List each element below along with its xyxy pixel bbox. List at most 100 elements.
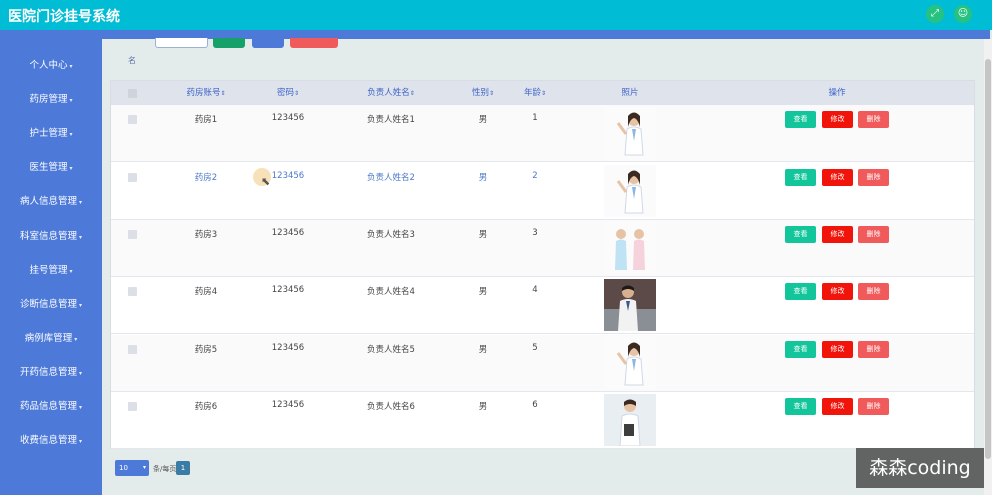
sidebar-item-patient[interactable]: 病人信息管理 ▾: [0, 191, 102, 213]
column-header-photo: 照片: [621, 88, 639, 98]
delete-button[interactable]: 删除: [858, 226, 889, 243]
sidebar-item-label: 开药信息管理: [19, 367, 77, 378]
edit-button[interactable]: 修改: [822, 283, 853, 300]
cell-manager: 负责人姓名1: [367, 115, 415, 125]
sidebar-item-department[interactable]: 科室信息管理 ▾: [0, 226, 102, 248]
edit-button[interactable]: 修改: [822, 169, 853, 186]
sidebar-item-label: 药房管理: [29, 94, 68, 105]
table-row: 药房5 123456 负责人姓名5 男 5 查看 修改 删除: [111, 335, 974, 392]
sidebar-item-nurse[interactable]: 护士管理 ▾: [0, 123, 102, 145]
column-header-action: 操作: [828, 88, 846, 98]
cell-account: 药房3: [194, 230, 218, 240]
doctor-photo: [604, 165, 656, 217]
view-button[interactable]: 查看: [785, 283, 816, 300]
row-checkbox[interactable]: [128, 173, 137, 182]
cell-manager: 负责人姓名4: [367, 287, 415, 297]
cell-account: 药房5: [194, 345, 218, 355]
per-page-label: 条/每页: [153, 465, 177, 473]
delete-button[interactable]: 删除: [858, 169, 889, 186]
table-row: 药房3 123456 负责人姓名3 男 3 查看 修改 删除: [111, 220, 974, 277]
cell-password: 123456: [271, 285, 305, 295]
chevron-down-icon: ▾: [142, 464, 146, 471]
cell-gender: 男: [478, 402, 488, 412]
scrollbar-thumb[interactable]: [985, 59, 991, 459]
sidebar-item-diagnosis[interactable]: 诊断信息管理 ▾: [0, 294, 102, 316]
sort-icon: ⇕: [488, 90, 495, 97]
select-all-checkbox[interactable]: [128, 89, 137, 98]
table-row: 药房2 123456 负责人姓名2 男 2 查看 修改 删除: [111, 163, 974, 220]
app-title: 医院门诊挂号系统: [8, 9, 120, 25]
sort-icon: ⇕: [540, 90, 547, 97]
top-bar: 医院门诊挂号系统 ⤢ ☺: [0, 0, 992, 30]
cell-password: 123456: [271, 113, 305, 123]
cell-age: 1: [532, 113, 538, 123]
scrollbar[interactable]: [984, 39, 992, 495]
view-button[interactable]: 查看: [785, 111, 816, 128]
table-row: 药房4 123456 负责人姓名4 男 4 查看 修改 删除: [111, 277, 974, 334]
add-button[interactable]: [252, 38, 284, 48]
edit-button[interactable]: 修改: [822, 398, 853, 415]
batch-delete-button[interactable]: [290, 38, 338, 48]
sidebar-item-personal-center[interactable]: 个人中心 ▾: [0, 55, 102, 77]
chevron-down-icon: ▾: [79, 234, 83, 241]
sidebar-item-pharmacy[interactable]: 药房管理 ▾: [0, 89, 102, 111]
sidebar-item-doctor[interactable]: 医生管理 ▾: [0, 157, 102, 179]
page-size-select[interactable]: 10 ▾: [115, 460, 149, 476]
delete-button[interactable]: 删除: [858, 341, 889, 358]
chevron-down-icon: ▾: [69, 165, 73, 172]
cell-password: 123456: [271, 400, 305, 410]
sidebar-item-label: 护士管理: [29, 128, 68, 139]
column-header-account[interactable]: 药房账号⇕: [171, 81, 241, 105]
edit-button[interactable]: 修改: [822, 226, 853, 243]
doctor-photo: [604, 394, 656, 446]
delete-button[interactable]: 删除: [858, 111, 889, 128]
fullscreen-icon[interactable]: ⤢: [926, 5, 944, 23]
user-icon[interactable]: ☺: [954, 5, 972, 23]
cell-age: 2: [532, 171, 538, 181]
cell-manager: 负责人姓名5: [367, 345, 415, 355]
cell-gender: 男: [478, 287, 488, 297]
edit-button[interactable]: 修改: [822, 111, 853, 128]
row-checkbox[interactable]: [128, 287, 137, 296]
doctor-photo: [604, 337, 656, 389]
view-button[interactable]: 查看: [785, 398, 816, 415]
table-row: 药房6 123456 负责人姓名6 男 6 查看 修改 删除: [111, 392, 974, 449]
row-checkbox[interactable]: [128, 115, 137, 124]
sidebar-item-prescription[interactable]: 开药信息管理 ▾: [0, 362, 102, 384]
sidebar-item-case-library[interactable]: 病例库管理 ▾: [0, 328, 102, 350]
page-number-button[interactable]: 1: [176, 461, 190, 475]
column-header-gender[interactable]: 性别⇕: [463, 81, 503, 105]
column-header-manager[interactable]: 负责人姓名⇕: [351, 81, 431, 105]
cell-age: 5: [532, 343, 538, 353]
cell-age: 4: [532, 285, 538, 295]
sidebar-item-label: 病人信息管理: [19, 196, 77, 207]
sidebar-item-fees[interactable]: 收费信息管理 ▾: [0, 430, 102, 452]
row-checkbox[interactable]: [128, 402, 137, 411]
chevron-down-icon: ▾: [79, 404, 83, 411]
view-button[interactable]: 查看: [785, 169, 816, 186]
chevron-down-icon: ▾: [79, 302, 83, 309]
cell-gender: 男: [478, 230, 488, 240]
row-checkbox[interactable]: [128, 230, 137, 239]
search-button[interactable]: [213, 38, 245, 48]
column-header-age[interactable]: 年龄⇕: [515, 81, 555, 105]
chevron-down-icon: ▾: [79, 438, 83, 445]
view-button[interactable]: 查看: [785, 226, 816, 243]
sidebar-item-label: 个人中心: [29, 60, 68, 71]
cell-gender: 男: [478, 115, 488, 125]
sort-icon: ⇕: [409, 90, 415, 97]
delete-button[interactable]: 删除: [858, 398, 889, 415]
sidebar-item-medicine[interactable]: 药品信息管理 ▾: [0, 396, 102, 418]
sidebar-item-label: 诊断信息管理: [19, 299, 77, 310]
column-header-password[interactable]: 密码⇕: [263, 81, 313, 105]
chevron-down-icon: ▾: [74, 336, 78, 343]
delete-button[interactable]: 删除: [858, 283, 889, 300]
search-input[interactable]: [155, 38, 208, 48]
edit-button[interactable]: 修改: [822, 341, 853, 358]
row-checkbox[interactable]: [128, 345, 137, 354]
cell-gender: 男: [478, 345, 488, 355]
sidebar-item-registration[interactable]: 挂号管理 ▾: [0, 260, 102, 282]
chevron-down-icon: ▾: [69, 268, 73, 275]
view-button[interactable]: 查看: [785, 341, 816, 358]
table-header: 药房账号⇕ 密码⇕ 负责人姓名⇕ 性别⇕ 年龄⇕ 照片 操作: [111, 81, 974, 105]
